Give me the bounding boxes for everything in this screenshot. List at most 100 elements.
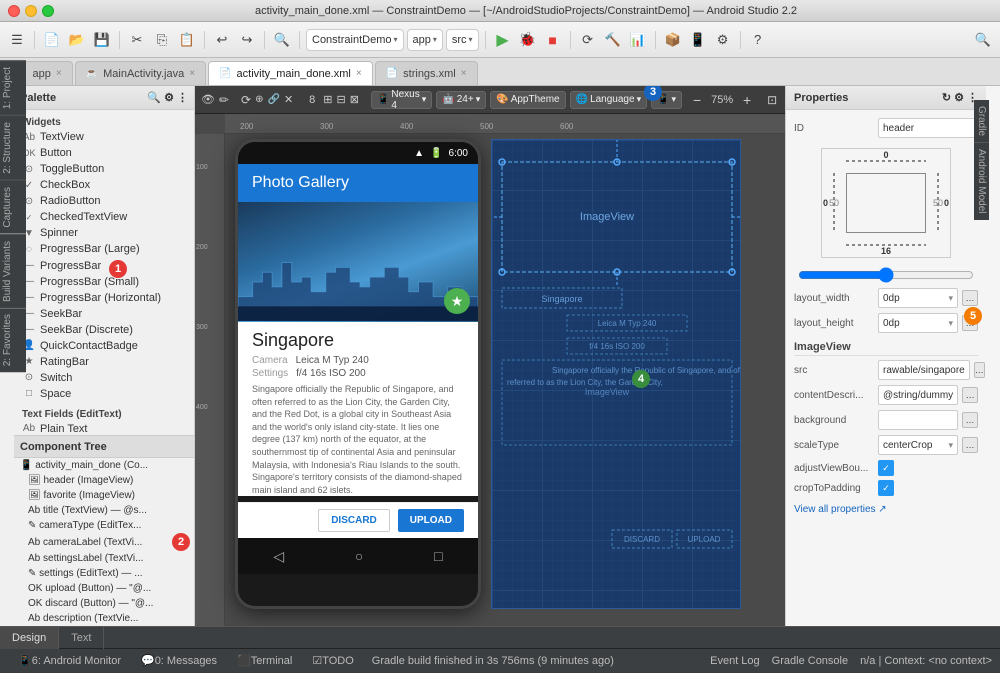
bias-slider-input[interactable] bbox=[798, 271, 974, 279]
run-button[interactable]: ▶ bbox=[492, 29, 514, 51]
analyze-button[interactable]: 📊 bbox=[627, 29, 649, 51]
src-dropdown[interactable]: src ▾ bbox=[446, 29, 479, 51]
tree-item-description[interactable]: Ab description (TextVie... bbox=[14, 611, 194, 626]
palette-item-plain-text[interactable]: AbPlain Text bbox=[14, 421, 194, 436]
search-toolbar-button[interactable]: 🔍 bbox=[972, 29, 994, 51]
recents-nav-icon[interactable]: □ bbox=[434, 548, 442, 564]
palette-item-progressbar-horiz[interactable]: —ProgressBar (Horizontal) bbox=[14, 290, 194, 306]
id-value-field[interactable]: header bbox=[878, 118, 978, 138]
project-dropdown[interactable]: ConstraintDemo ▾ bbox=[306, 29, 404, 51]
build-variants-panel-label[interactable]: Build Variants bbox=[0, 234, 26, 308]
src-browse-btn[interactable]: … bbox=[974, 362, 985, 378]
avd-manager-button[interactable]: 📱 bbox=[687, 29, 709, 51]
close-button[interactable] bbox=[8, 5, 20, 17]
build-button[interactable]: 🔨 bbox=[602, 29, 624, 51]
layout-width-btn[interactable]: … bbox=[962, 290, 978, 306]
palette-item-space[interactable]: □Space bbox=[14, 386, 194, 402]
canvas-area[interactable]: 200 300 400 500 600 100 200 300 400 bbox=[195, 114, 785, 626]
text-tab[interactable]: Text bbox=[59, 627, 104, 649]
palette-item-togglebutton[interactable]: ⊙ToggleButton bbox=[14, 161, 194, 177]
constraint-icon[interactable]: ⊕ bbox=[255, 90, 263, 110]
distribute-icon[interactable]: ⊟ bbox=[337, 90, 346, 110]
sdk-manager-button[interactable]: 📦 bbox=[662, 29, 684, 51]
tree-item-favorite[interactable]: 🖼 favorite (ImageView) bbox=[14, 488, 194, 503]
tree-item-cameralabel[interactable]: Ab cameraLabel (TextVi... bbox=[14, 535, 176, 550]
todo-tab[interactable]: ☑ TODO bbox=[302, 649, 363, 673]
palette-item-checkbox[interactable]: ✓CheckBox bbox=[14, 177, 194, 193]
palette-item-seekbar[interactable]: —SeekBar bbox=[14, 306, 194, 322]
find-button[interactable]: 🔍 bbox=[271, 29, 293, 51]
close-tab-activity-icon[interactable]: × bbox=[356, 68, 362, 79]
palette-item-spinner[interactable]: ▼Spinner bbox=[14, 225, 194, 241]
palette-item-seekbar-discrete[interactable]: —SeekBar (Discrete) bbox=[14, 322, 194, 338]
terminal-tab[interactable]: ⬛ Terminal bbox=[227, 649, 302, 673]
tree-item-settingslabel[interactable]: Ab settingsLabel (TextVi... bbox=[14, 551, 194, 566]
close-tab-app-icon[interactable]: × bbox=[56, 68, 62, 79]
sync-button[interactable]: ⟳ bbox=[577, 29, 599, 51]
new-button[interactable]: 📄 bbox=[41, 29, 63, 51]
clear-constraints-icon[interactable]: ✕ bbox=[284, 90, 293, 110]
bias-slider[interactable] bbox=[794, 268, 978, 282]
adjust-view-toggle[interactable]: ✓ bbox=[878, 460, 894, 476]
content-desc-field[interactable]: @string/dummy bbox=[878, 385, 958, 405]
layout-width-select[interactable]: 0dp ▾ bbox=[878, 288, 958, 308]
crop-to-padding-toggle[interactable]: ✓ bbox=[878, 480, 894, 496]
tree-item-settings[interactable]: ✎ settings (EditText) — ... bbox=[14, 566, 194, 581]
upload-button[interactable]: UPLOAD bbox=[398, 509, 464, 532]
props-settings-icon[interactable]: ⚙ bbox=[954, 91, 964, 104]
design-view-icon[interactable]: 👁 bbox=[201, 90, 215, 110]
tab-strings[interactable]: 📄 strings.xml × bbox=[375, 61, 478, 85]
palette-item-checkedtextview[interactable]: ✓CheckedTextView bbox=[14, 209, 194, 225]
menu-button[interactable]: ☰ bbox=[6, 29, 28, 51]
palette-more-icon[interactable]: ⋮ bbox=[177, 91, 188, 104]
debug-button[interactable]: 🐞 bbox=[517, 29, 539, 51]
redo-button[interactable]: ↪ bbox=[236, 29, 258, 51]
close-tab-strings-icon[interactable]: × bbox=[461, 68, 467, 79]
open-button[interactable]: 📂 bbox=[66, 29, 88, 51]
messages-tab[interactable]: 💬 0: Messages bbox=[131, 649, 227, 673]
minimize-button[interactable] bbox=[25, 5, 37, 17]
zoom-out-icon[interactable]: − bbox=[686, 90, 708, 110]
tab-mainactivity[interactable]: ☕ MainActivity.java × bbox=[75, 61, 206, 85]
palette-item-textview[interactable]: AbTextView bbox=[14, 129, 194, 145]
close-tab-mainactivity-icon[interactable]: × bbox=[189, 68, 195, 79]
device-dropdown[interactable]: 📱 Nexus 4 ▾ bbox=[371, 91, 432, 109]
theme-dropdown[interactable]: 🎨 AppTheme bbox=[490, 91, 565, 109]
palette-item-ratingbar[interactable]: ★RatingBar bbox=[14, 354, 194, 370]
align-icon[interactable]: ⊞ bbox=[323, 90, 332, 110]
project-panel-label[interactable]: 1: Project bbox=[0, 60, 26, 115]
palette-item-switch[interactable]: ⊙Switch bbox=[14, 370, 194, 386]
tab-activity-main-done[interactable]: 📄 activity_main_done.xml × bbox=[208, 61, 373, 85]
auto-connect-icon[interactable]: 🔗 bbox=[267, 90, 279, 110]
language-dropdown[interactable]: 🌐 Language ▾ bbox=[570, 91, 647, 109]
fit-screen-icon[interactable]: ⊡ bbox=[761, 90, 783, 110]
help-button[interactable]: ? bbox=[747, 29, 769, 51]
stop-button[interactable]: ■ bbox=[542, 29, 564, 51]
palette-item-quickcontactbadge[interactable]: 👤QuickContactBadge bbox=[14, 338, 194, 354]
content-desc-btn[interactable]: … bbox=[962, 387, 978, 403]
gradle-console-link[interactable]: Gradle Console bbox=[772, 655, 848, 667]
module-dropdown[interactable]: app ▾ bbox=[407, 29, 443, 51]
save-button[interactable]: 💾 bbox=[91, 29, 113, 51]
palette-settings-icon[interactable]: ⚙ bbox=[164, 91, 174, 104]
cut-button[interactable]: ✂ bbox=[126, 29, 148, 51]
palette-item-progressbar-small[interactable]: —ProgressBar (Small) bbox=[14, 274, 194, 290]
background-field[interactable] bbox=[878, 410, 958, 430]
tree-item-header[interactable]: 🖼 header (ImageView) bbox=[14, 473, 194, 488]
tree-item-discard[interactable]: OK discard (Button) — "@... bbox=[14, 596, 194, 611]
maximize-button[interactable] bbox=[42, 5, 54, 17]
refresh-icon[interactable]: ⟳ bbox=[241, 90, 251, 110]
tree-item-cameratype[interactable]: ✎ cameraType (EditTex... bbox=[14, 518, 194, 533]
src-value-field[interactable]: rawable/singapore bbox=[878, 360, 970, 380]
blueprint-view-icon[interactable]: ✏ bbox=[219, 90, 229, 110]
palette-search-icon[interactable]: 🔍 bbox=[147, 91, 161, 104]
tree-item-root[interactable]: 📱 activity_main_done (Co... bbox=[14, 458, 194, 473]
props-rotate-icon[interactable]: ↻ bbox=[942, 91, 951, 104]
discard-button[interactable]: DISCARD bbox=[318, 509, 390, 532]
design-tab[interactable]: Design bbox=[0, 627, 59, 649]
tree-item-title[interactable]: Ab title (TextView) — @s... bbox=[14, 503, 194, 518]
zoom-in-icon[interactable]: + bbox=[736, 90, 758, 110]
palette-item-progressbar-large[interactable]: ◌ProgressBar (Large) bbox=[14, 241, 194, 257]
scale-type-select[interactable]: centerCrop ▾ bbox=[878, 435, 958, 455]
view-all-properties-link[interactable]: View all properties ↗ bbox=[794, 504, 978, 515]
